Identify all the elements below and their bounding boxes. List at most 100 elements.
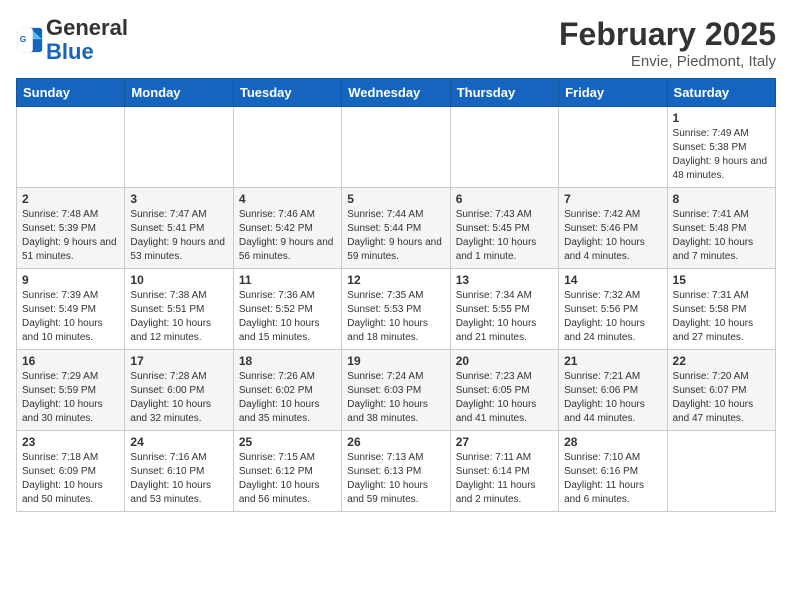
calendar-cell: 23 Sunrise: 7:18 AM Sunset: 6:09 PM Dayli… bbox=[17, 431, 125, 512]
day-info: Sunrise: 7:39 AM Sunset: 5:49 PM Dayligh… bbox=[22, 289, 119, 345]
calendar-cell: 7 Sunrise: 7:42 AM Sunset: 5:46 PM Daylig… bbox=[559, 188, 667, 269]
day-info: Sunrise: 7:36 AM Sunset: 5:52 PM Dayligh… bbox=[239, 289, 336, 345]
day-info: Sunrise: 7:21 AM Sunset: 6:06 PM Dayligh… bbox=[564, 370, 661, 426]
title-block: February 2025 Envie, Piedmont, Italy bbox=[559, 16, 776, 70]
day-number: 14 bbox=[564, 273, 661, 287]
calendar-cell: 16 Sunrise: 7:29 AM Sunset: 5:59 PM Dayli… bbox=[17, 350, 125, 431]
calendar-cell: 28 Sunrise: 7:10 AM Sunset: 6:16 PM Dayli… bbox=[559, 431, 667, 512]
day-number: 16 bbox=[22, 354, 119, 368]
day-info: Sunrise: 7:18 AM Sunset: 6:09 PM Dayligh… bbox=[22, 451, 119, 507]
day-info: Sunrise: 7:46 AM Sunset: 5:42 PM Dayligh… bbox=[239, 208, 336, 264]
calendar-cell: 27 Sunrise: 7:11 AM Sunset: 6:14 PM Dayli… bbox=[450, 431, 558, 512]
calendar-cell: 20 Sunrise: 7:23 AM Sunset: 6:05 PM Dayli… bbox=[450, 350, 558, 431]
day-number: 11 bbox=[239, 273, 336, 287]
day-number: 1 bbox=[673, 111, 770, 125]
calendar-week-row: 23 Sunrise: 7:18 AM Sunset: 6:09 PM Dayli… bbox=[17, 431, 776, 512]
logo-general: General bbox=[46, 15, 128, 40]
calendar-cell bbox=[17, 107, 125, 188]
calendar-cell: 26 Sunrise: 7:13 AM Sunset: 6:13 PM Dayli… bbox=[342, 431, 450, 512]
day-info: Sunrise: 7:10 AM Sunset: 6:16 PM Dayligh… bbox=[564, 451, 661, 507]
day-info: Sunrise: 7:32 AM Sunset: 5:56 PM Dayligh… bbox=[564, 289, 661, 345]
day-number: 21 bbox=[564, 354, 661, 368]
day-info: Sunrise: 7:35 AM Sunset: 5:53 PM Dayligh… bbox=[347, 289, 444, 345]
day-info: Sunrise: 7:42 AM Sunset: 5:46 PM Dayligh… bbox=[564, 208, 661, 264]
calendar-cell bbox=[559, 107, 667, 188]
calendar-cell: 1 Sunrise: 7:49 AM Sunset: 5:38 PM Daylig… bbox=[667, 107, 775, 188]
day-info: Sunrise: 7:29 AM Sunset: 5:59 PM Dayligh… bbox=[22, 370, 119, 426]
calendar-cell: 12 Sunrise: 7:35 AM Sunset: 5:53 PM Dayli… bbox=[342, 269, 450, 350]
calendar-cell: 5 Sunrise: 7:44 AM Sunset: 5:44 PM Daylig… bbox=[342, 188, 450, 269]
calendar-cell bbox=[450, 107, 558, 188]
day-number: 5 bbox=[347, 192, 444, 206]
day-number: 18 bbox=[239, 354, 336, 368]
calendar-cell: 22 Sunrise: 7:20 AM Sunset: 6:07 PM Dayli… bbox=[667, 350, 775, 431]
calendar-cell: 9 Sunrise: 7:39 AM Sunset: 5:49 PM Daylig… bbox=[17, 269, 125, 350]
location-subtitle: Envie, Piedmont, Italy bbox=[559, 53, 776, 70]
day-info: Sunrise: 7:20 AM Sunset: 6:07 PM Dayligh… bbox=[673, 370, 770, 426]
day-info: Sunrise: 7:24 AM Sunset: 6:03 PM Dayligh… bbox=[347, 370, 444, 426]
calendar-cell: 6Sunrise: 7:43 AM Sunset: 5:45 PM Daylig… bbox=[450, 188, 558, 269]
calendar-header-row: SundayMondayTuesdayWednesdayThursdayFrid… bbox=[17, 79, 776, 107]
calendar-week-row: 2 Sunrise: 7:48 AM Sunset: 5:39 PM Daylig… bbox=[17, 188, 776, 269]
calendar-cell: 24 Sunrise: 7:16 AM Sunset: 6:10 PM Dayli… bbox=[125, 431, 233, 512]
day-number: 10 bbox=[130, 273, 227, 287]
day-number: 2 bbox=[22, 192, 119, 206]
day-number: 28 bbox=[564, 435, 661, 449]
day-number: 27 bbox=[456, 435, 553, 449]
day-number: 26 bbox=[347, 435, 444, 449]
day-number: 8 bbox=[673, 192, 770, 206]
day-number: 7 bbox=[564, 192, 661, 206]
svg-text:G: G bbox=[20, 34, 27, 44]
day-info: Sunrise: 7:11 AM Sunset: 6:14 PM Dayligh… bbox=[456, 451, 553, 507]
calendar-cell: 19 Sunrise: 7:24 AM Sunset: 6:03 PM Dayli… bbox=[342, 350, 450, 431]
day-number: 3 bbox=[130, 192, 227, 206]
calendar-cell: 4Sunrise: 7:46 AM Sunset: 5:42 PM Daylig… bbox=[233, 188, 341, 269]
day-info: Sunrise: 7:28 AM Sunset: 6:00 PM Dayligh… bbox=[130, 370, 227, 426]
calendar-cell bbox=[667, 431, 775, 512]
day-number: 17 bbox=[130, 354, 227, 368]
calendar-week-row: 9 Sunrise: 7:39 AM Sunset: 5:49 PM Daylig… bbox=[17, 269, 776, 350]
calendar-cell: 21 Sunrise: 7:21 AM Sunset: 6:06 PM Dayli… bbox=[559, 350, 667, 431]
day-of-week-header: Sunday bbox=[17, 79, 125, 107]
calendar-cell: 14 Sunrise: 7:32 AM Sunset: 5:56 PM Dayli… bbox=[559, 269, 667, 350]
day-number: 22 bbox=[673, 354, 770, 368]
day-of-week-header: Tuesday bbox=[233, 79, 341, 107]
day-info: Sunrise: 7:41 AM Sunset: 5:48 PM Dayligh… bbox=[673, 208, 770, 264]
day-number: 15 bbox=[673, 273, 770, 287]
day-info: Sunrise: 7:26 AM Sunset: 6:02 PM Dayligh… bbox=[239, 370, 336, 426]
day-of-week-header: Thursday bbox=[450, 79, 558, 107]
calendar-cell: 3Sunrise: 7:47 AM Sunset: 5:41 PM Daylig… bbox=[125, 188, 233, 269]
day-of-week-header: Friday bbox=[559, 79, 667, 107]
day-info: Sunrise: 7:23 AM Sunset: 6:05 PM Dayligh… bbox=[456, 370, 553, 426]
calendar-cell: 25 Sunrise: 7:15 AM Sunset: 6:12 PM Dayli… bbox=[233, 431, 341, 512]
day-of-week-header: Monday bbox=[125, 79, 233, 107]
day-info: Sunrise: 7:48 AM Sunset: 5:39 PM Dayligh… bbox=[22, 208, 119, 264]
day-info: Sunrise: 7:16 AM Sunset: 6:10 PM Dayligh… bbox=[130, 451, 227, 507]
day-number: 24 bbox=[130, 435, 227, 449]
day-number: 12 bbox=[347, 273, 444, 287]
day-number: 9 bbox=[22, 273, 119, 287]
day-info: Sunrise: 7:15 AM Sunset: 6:12 PM Dayligh… bbox=[239, 451, 336, 507]
day-info: Sunrise: 7:38 AM Sunset: 5:51 PM Dayligh… bbox=[130, 289, 227, 345]
day-number: 13 bbox=[456, 273, 553, 287]
calendar-cell: 13 Sunrise: 7:34 AM Sunset: 5:55 PM Dayli… bbox=[450, 269, 558, 350]
day-number: 20 bbox=[456, 354, 553, 368]
day-number: 19 bbox=[347, 354, 444, 368]
day-info: Sunrise: 7:43 AM Sunset: 5:45 PM Dayligh… bbox=[456, 208, 553, 264]
logo-icon: G bbox=[16, 26, 44, 54]
calendar-week-row: 1 Sunrise: 7:49 AM Sunset: 5:38 PM Daylig… bbox=[17, 107, 776, 188]
day-info: Sunrise: 7:44 AM Sunset: 5:44 PM Dayligh… bbox=[347, 208, 444, 264]
calendar-cell: 11 Sunrise: 7:36 AM Sunset: 5:52 PM Dayli… bbox=[233, 269, 341, 350]
day-of-week-header: Saturday bbox=[667, 79, 775, 107]
day-info: Sunrise: 7:13 AM Sunset: 6:13 PM Dayligh… bbox=[347, 451, 444, 507]
day-number: 23 bbox=[22, 435, 119, 449]
calendar-table: SundayMondayTuesdayWednesdayThursdayFrid… bbox=[16, 78, 776, 512]
calendar-cell: 2 Sunrise: 7:48 AM Sunset: 5:39 PM Daylig… bbox=[17, 188, 125, 269]
month-title: February 2025 bbox=[559, 16, 776, 53]
calendar-cell: 15 Sunrise: 7:31 AM Sunset: 5:58 PM Dayli… bbox=[667, 269, 775, 350]
calendar-cell: 17 Sunrise: 7:28 AM Sunset: 6:00 PM Dayli… bbox=[125, 350, 233, 431]
day-info: Sunrise: 7:34 AM Sunset: 5:55 PM Dayligh… bbox=[456, 289, 553, 345]
day-info: Sunrise: 7:31 AM Sunset: 5:58 PM Dayligh… bbox=[673, 289, 770, 345]
day-number: 25 bbox=[239, 435, 336, 449]
day-info: Sunrise: 7:49 AM Sunset: 5:38 PM Dayligh… bbox=[673, 127, 770, 183]
